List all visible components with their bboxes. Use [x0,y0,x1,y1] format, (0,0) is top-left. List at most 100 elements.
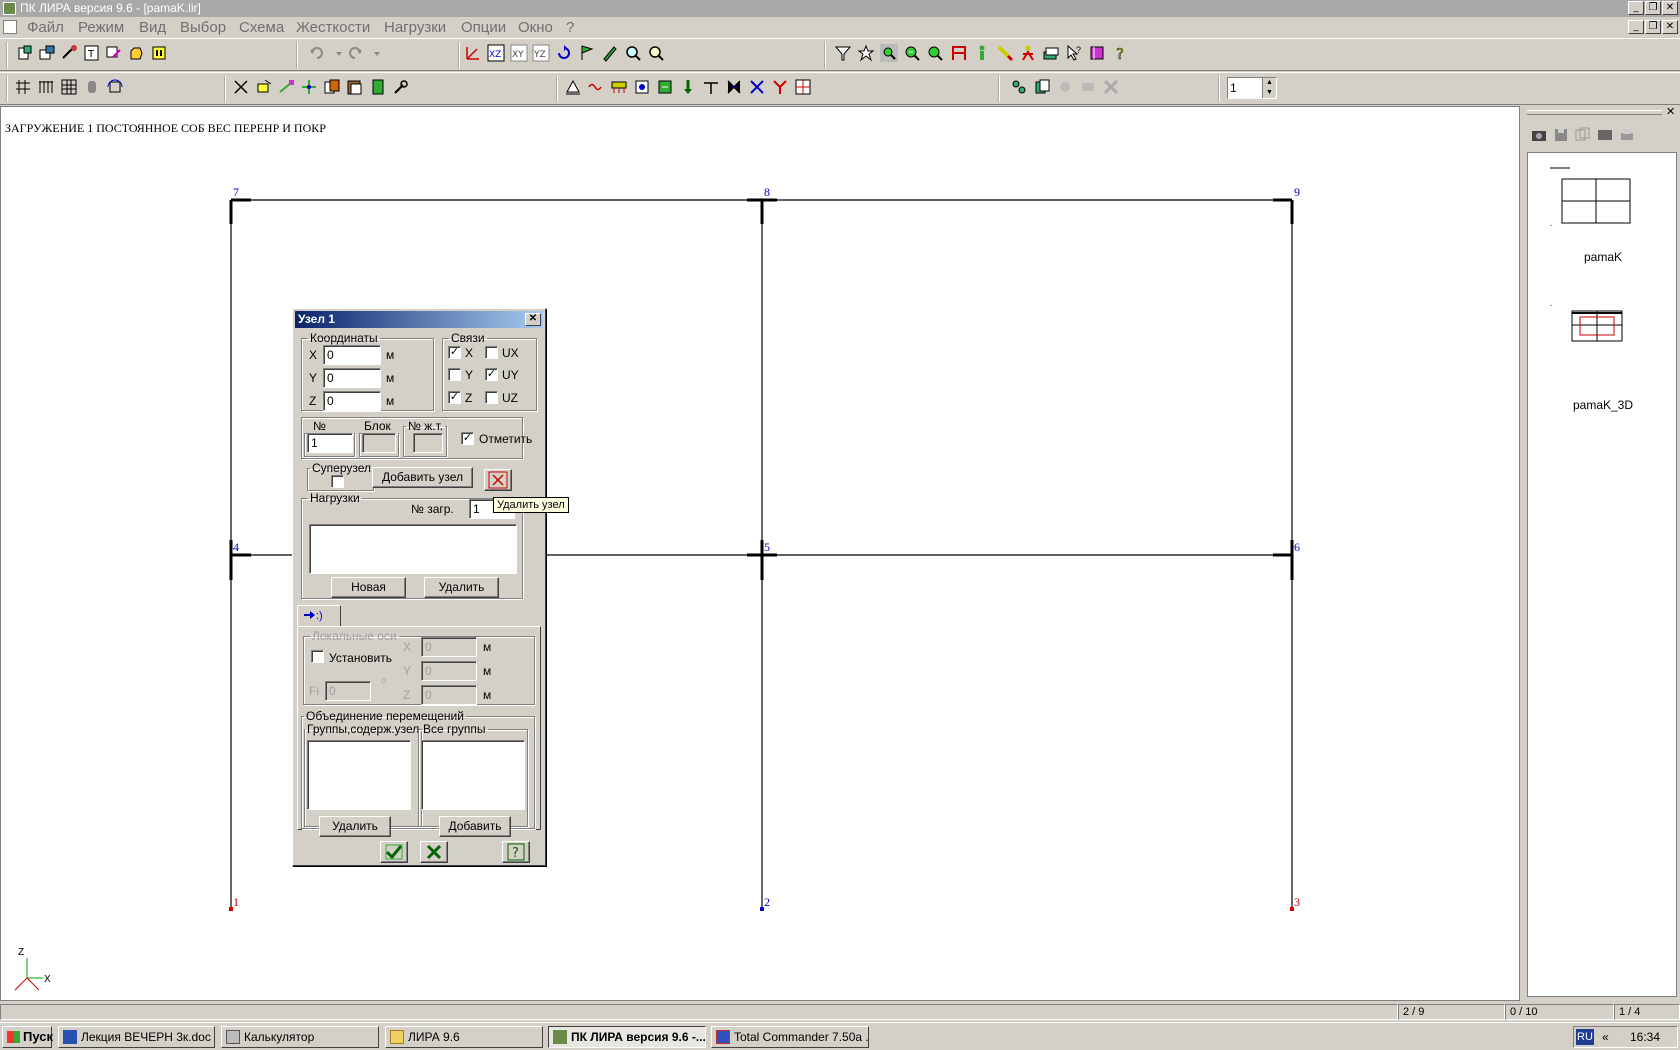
mesh-icon[interactable] [60,78,78,96]
run-icon[interactable] [1019,44,1037,62]
spinner-arrows-icon[interactable]: ▲ ▼ [1262,78,1276,98]
add-node-icon[interactable] [300,78,318,96]
cube-rotate-icon[interactable] [106,78,124,96]
link-ux-checkbox[interactable] [485,346,498,359]
disabled-results-2-icon[interactable] [1079,78,1097,96]
menu-loads[interactable]: Нагрузки [384,19,446,36]
minimize-icon[interactable]: _ [1628,1,1644,15]
load-number-spinner[interactable]: ▲▼ [1227,77,1277,99]
dialog-close-icon[interactable]: ✕ [525,313,541,326]
node-load-icon[interactable] [633,78,651,96]
open-icon[interactable] [38,44,56,62]
menu-window[interactable]: Окно [518,19,553,36]
zoom-icon[interactable] [624,44,642,62]
grid-plane-icon[interactable] [14,78,32,96]
language-indicator[interactable]: RU [1576,1029,1594,1045]
cylinder-icon[interactable] [83,78,101,96]
help-button[interactable]: ? [502,841,530,863]
link-uy-checkbox[interactable]: ✓ [485,368,498,381]
document-icon[interactable] [3,20,17,34]
layers-icon[interactable] [1042,44,1060,62]
coord-y-field[interactable]: 0 [323,368,381,388]
local-z-field[interactable]: 0 [421,685,477,705]
distributed-load-icon[interactable] [610,78,628,96]
check-scheme-icon[interactable] [748,78,766,96]
print-view-icon[interactable] [1618,126,1636,144]
add-node-button[interactable]: Добавить узел [372,467,473,488]
frame-icon[interactable] [950,44,968,62]
add-group-button[interactable]: Добавить [439,816,511,837]
menu-view[interactable]: Вид [139,19,166,36]
help-icon[interactable]: ? [1111,44,1129,64]
local-y-field[interactable]: 0 [421,661,477,681]
view-label-pamak[interactable]: pamaK [1528,250,1678,264]
local-x-field[interactable]: 0 [421,637,477,657]
stiffness-type-field[interactable] [413,433,443,453]
load-case-icon[interactable] [656,78,674,96]
camera-icon[interactable] [1530,126,1548,144]
support-icon[interactable] [564,78,582,96]
link-uz-checkbox[interactable] [485,391,498,404]
cancel-button[interactable] [420,841,448,863]
book-icon[interactable] [1088,44,1106,62]
set-local-axes-checkbox[interactable] [311,650,324,663]
load-number-input[interactable] [1230,80,1260,96]
scissors-icon[interactable] [232,78,250,96]
undo-icon[interactable] [308,44,326,62]
menu-options[interactable]: Опции [461,19,506,36]
loads-list[interactable] [309,524,517,574]
panel-grip[interactable] [1527,110,1662,115]
tray-expand-icon[interactable]: « [1602,1030,1609,1044]
axes-icon[interactable] [464,44,482,62]
menu-mode[interactable]: Режим [78,19,124,36]
coord-z-field[interactable]: 0 [323,391,381,411]
task-lira-folder[interactable]: ЛИРА 9.6 [385,1026,543,1048]
disabled-results-1-icon[interactable] [1056,78,1074,96]
dialog-title-bar[interactable]: Узел 1 ✕ [295,311,543,328]
view-thumbnail-pamak[interactable]: - [1550,167,1640,227]
docs-icon[interactable] [1033,78,1051,96]
paste-icon[interactable] [346,78,364,96]
view-label-pamak-3d[interactable]: pamaK_3D [1528,398,1678,412]
groups-with-node-list[interactable] [307,740,411,810]
menu-scheme[interactable]: Схема [239,19,284,36]
link-y-checkbox[interactable] [448,368,461,381]
menu-help[interactable]: ? [566,19,574,36]
projection-xz-icon[interactable]: XZ [487,44,505,62]
wizard-icon[interactable] [60,44,78,62]
projection-yz-icon[interactable]: YZ [532,44,550,62]
rotate-icon[interactable] [555,44,573,62]
coord-x-field[interactable]: 0 [323,345,381,365]
delete-load-button[interactable]: Удалить [424,577,499,598]
restore-icon[interactable]: ❐ [1645,1,1661,15]
supernode-checkbox[interactable] [331,475,344,488]
task-calculator[interactable]: Калькулятор [221,1026,379,1048]
link-x-checkbox[interactable]: ✓ [448,346,461,359]
table-icon[interactable] [794,78,812,96]
add-element-icon[interactable] [278,78,296,96]
redo-dropdown-icon[interactable] [368,44,380,62]
element-icon[interactable] [725,78,743,96]
task-lira-app[interactable]: ПК ЛИРА версия 9.6 -... [548,1026,706,1048]
wave-load-icon[interactable] [587,78,605,96]
doc-minimize-icon[interactable]: _ [1628,20,1644,34]
tab-axes[interactable]: :) [297,605,341,627]
star-select-icon[interactable] [857,44,875,62]
block-field[interactable] [362,433,396,453]
person-icon[interactable] [973,44,991,62]
link-z-checkbox[interactable]: ✓ [448,391,461,404]
panel-close-icon[interactable]: ✕ [1666,105,1675,118]
zoom-out-icon[interactable] [903,44,921,62]
save-view-icon[interactable] [1552,126,1570,144]
apply-button[interactable] [380,841,408,863]
zoom-window-icon[interactable] [880,44,898,62]
task-word-document[interactable]: Лекция ВЕЧЕРН 3к.doc ... [58,1026,215,1048]
redo-icon[interactable] [346,44,364,62]
projection-xy-icon[interactable]: XY [510,44,528,62]
copy-icon[interactable] [323,78,341,96]
force-icon[interactable] [679,78,697,96]
delete-node-button[interactable] [484,469,512,491]
help-pointer-icon[interactable]: ? [1065,44,1083,62]
task-total-commander[interactable]: Total Commander 7.50a ... [711,1026,869,1048]
close-icon[interactable]: ✕ [1662,1,1678,15]
